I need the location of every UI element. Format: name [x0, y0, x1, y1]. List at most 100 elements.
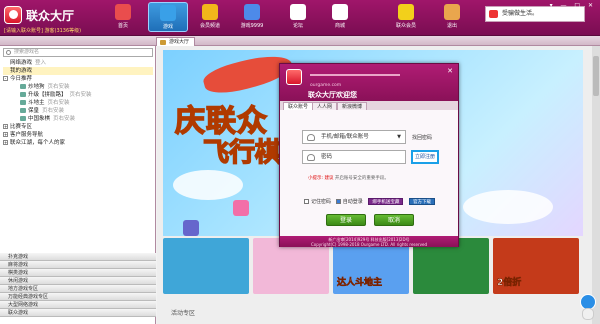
find-password-link[interactable]: 找回密码 — [412, 134, 432, 141]
tip-red: 建议 — [324, 176, 334, 181]
tree-item[interactable]: + 客户服务导航 — [3, 131, 153, 139]
tree-item[interactable]: - 今日推荐 — [3, 75, 153, 83]
login-dialog: ourgame.com 联众大厅欢迎您 ✕ 联众账号 人人网 新浪微博 手机/邮… — [279, 63, 459, 247]
tree-item[interactable]: + 比赛专区 — [3, 123, 153, 131]
login-url: ourgame.com — [310, 83, 342, 88]
tree-item[interactable]: + 联众江湖，每个人的家 — [3, 139, 153, 147]
expand-icon[interactable]: + — [3, 140, 8, 145]
nav-item-3[interactable]: 游戏9999 — [232, 2, 272, 32]
tree-item-label: 我的游戏 — [10, 68, 33, 74]
main-scrollbar[interactable] — [592, 46, 600, 324]
logo-icon — [4, 6, 22, 24]
category-item[interactable]: 扑克游戏 — [0, 253, 156, 261]
nav-item-5[interactable]: 商城 — [320, 2, 360, 32]
remember-label: 记住密码 — [311, 199, 332, 205]
tip-text: 开启账号安全的重要手段。 — [334, 176, 389, 181]
tree-item-tag[interactable]: 页右安装 — [42, 108, 64, 114]
tree-item[interactable]: 网络游戏 登入 — [3, 59, 153, 67]
tab-lianzhong-account[interactable]: 联众账号 — [283, 102, 314, 110]
expand-icon[interactable]: + — [3, 124, 8, 129]
search-icon — [6, 50, 11, 55]
remember-checkbox[interactable] — [304, 199, 309, 204]
tab-game-lobby[interactable]: 游戏大厅 — [156, 37, 196, 46]
nav-item-1[interactable]: 游戏 — [148, 2, 188, 32]
category-item[interactable]: 麻将游戏 — [0, 261, 156, 269]
category-item[interactable]: 大型网络游戏 — [0, 301, 156, 309]
store-icon — [332, 4, 348, 20]
tree-item-tag[interactable]: 页右安装 — [53, 116, 75, 122]
activity-thumbnail[interactable] — [163, 238, 249, 294]
login-tip: 小提示: 建议 开启账号安全的重要手段。 — [308, 175, 389, 181]
account-placeholder: 手机/邮箱/联众账号 — [321, 134, 369, 140]
nav-label: 商城 — [334, 23, 345, 29]
tree-item-tag[interactable]: 页右安装 — [48, 84, 70, 90]
tree-item-label: 客户服务导航 — [10, 132, 44, 138]
account-status[interactable]: [请输入联众账号] 游客(3136等级) — [4, 27, 81, 34]
expand-icon[interactable]: + — [3, 132, 8, 137]
tree-item-label: 今日推荐 — [10, 76, 33, 82]
category-item[interactable]: 联众游戏 — [0, 309, 156, 317]
password-placeholder: 密码 — [321, 154, 333, 160]
nav-label: 游戏9999 — [240, 23, 264, 29]
auto-login-checkbox[interactable] — [335, 199, 341, 204]
tree-item-tag[interactable]: 登入 — [35, 60, 46, 66]
category-item[interactable]: 棋类游戏 — [0, 269, 156, 277]
search-input[interactable]: 搜索游戏名 — [3, 48, 153, 57]
tab-strip: 游戏大厅 — [0, 36, 600, 46]
game-tree: 网络游戏 登入 我的游戏 - 今日推荐 炒地狗 页右安装 升级【拼励路】 页右安装 斗地主 页右安装… — [3, 59, 153, 147]
app-logo: 联众大厅 — [4, 4, 88, 26]
tab-label: 游戏大厅 — [169, 39, 190, 45]
collapse-icon[interactable]: - — [3, 76, 8, 81]
bar-icon — [244, 4, 260, 20]
register-button[interactable]: 立即注册 — [411, 150, 439, 164]
tree-item-tag[interactable]: 页右安装 — [70, 92, 92, 98]
password-field[interactable]: 密码 — [302, 150, 406, 164]
login-body: 手机/邮箱/联众账号 ▼ 找回密码 密码 立即注册 小提示: 建议 开启账号安全… — [280, 110, 458, 236]
nav-item-2[interactable]: 会员频道 — [190, 2, 230, 32]
account-field[interactable]: 手机/邮箱/联众账号 ▼ — [302, 130, 406, 144]
tree-item[interactable]: 保皇 页右安装 — [3, 107, 153, 115]
tree-item-label: 炒地狗 — [28, 84, 45, 90]
bind-phone-button[interactable]: 绑手机送宝藏 — [368, 198, 404, 205]
official-download-button[interactable]: 官方下载 — [409, 198, 435, 205]
login-header: ourgame.com 联众大厅欢迎您 ✕ — [280, 64, 458, 101]
tree-item-tag[interactable]: 页右安装 — [48, 100, 70, 106]
nav-item-7[interactable]: 退出 — [432, 2, 472, 32]
mascot-icon[interactable] — [578, 294, 598, 322]
tree-item-label: 升级【拼励路】 — [28, 92, 67, 98]
close-icon[interactable]: ✕ — [447, 67, 453, 75]
lock-icon — [307, 154, 315, 161]
crown-icon — [202, 4, 218, 20]
chevron-down-icon[interactable]: ▼ — [397, 131, 401, 143]
nav-item-6[interactable]: 联众会员 — [386, 2, 426, 32]
footer-copyright: Copyright(C) 1998-2018 Ourgame LTD. All … — [311, 242, 427, 247]
scroll-thumb[interactable] — [593, 56, 599, 96]
nav-label: 论坛 — [292, 23, 303, 29]
auto-login-label: 自动登录 — [342, 199, 363, 205]
nav-item-0[interactable]: 首页 — [103, 2, 143, 32]
header-divider — [310, 74, 400, 76]
home-icon — [115, 4, 131, 20]
tree-item[interactable]: 斗地主 页右安装 — [3, 99, 153, 107]
tree-item[interactable]: 升级【拼励路】 页右安装 — [3, 91, 153, 99]
door-icon — [444, 4, 460, 20]
category-item[interactable]: 万能经典游戏专区 — [0, 293, 156, 301]
app-title: 联众大厅 — [26, 9, 75, 23]
nav-item-4[interactable]: 论坛 — [278, 2, 318, 32]
tree-item[interactable]: 我的游戏 — [3, 67, 153, 75]
tip-prefix: 小提示: — [308, 176, 324, 181]
tree-item[interactable]: 炒地狗 页右安装 — [3, 83, 153, 91]
window-controls[interactable]: ▾ — □ ✕ — [550, 2, 596, 9]
login-button[interactable]: 登录 — [326, 214, 366, 226]
tree-item[interactable]: 中国象棋 页右安装 — [3, 115, 153, 123]
tab-renren[interactable]: 人人网 — [312, 102, 338, 110]
chat-icon — [290, 4, 306, 20]
activity-thumbnail[interactable]: 2倍折 — [493, 238, 579, 294]
login-buttons: 登录 取消 — [280, 214, 458, 228]
tab-weibo[interactable]: 新浪微博 — [337, 102, 368, 110]
cancel-button[interactable]: 取消 — [374, 214, 414, 226]
category-item[interactable]: 休闲游戏 — [0, 277, 156, 285]
shirt-icon — [398, 4, 414, 20]
user-icon — [307, 134, 315, 141]
category-item[interactable]: 地方游戏专区 — [0, 285, 156, 293]
